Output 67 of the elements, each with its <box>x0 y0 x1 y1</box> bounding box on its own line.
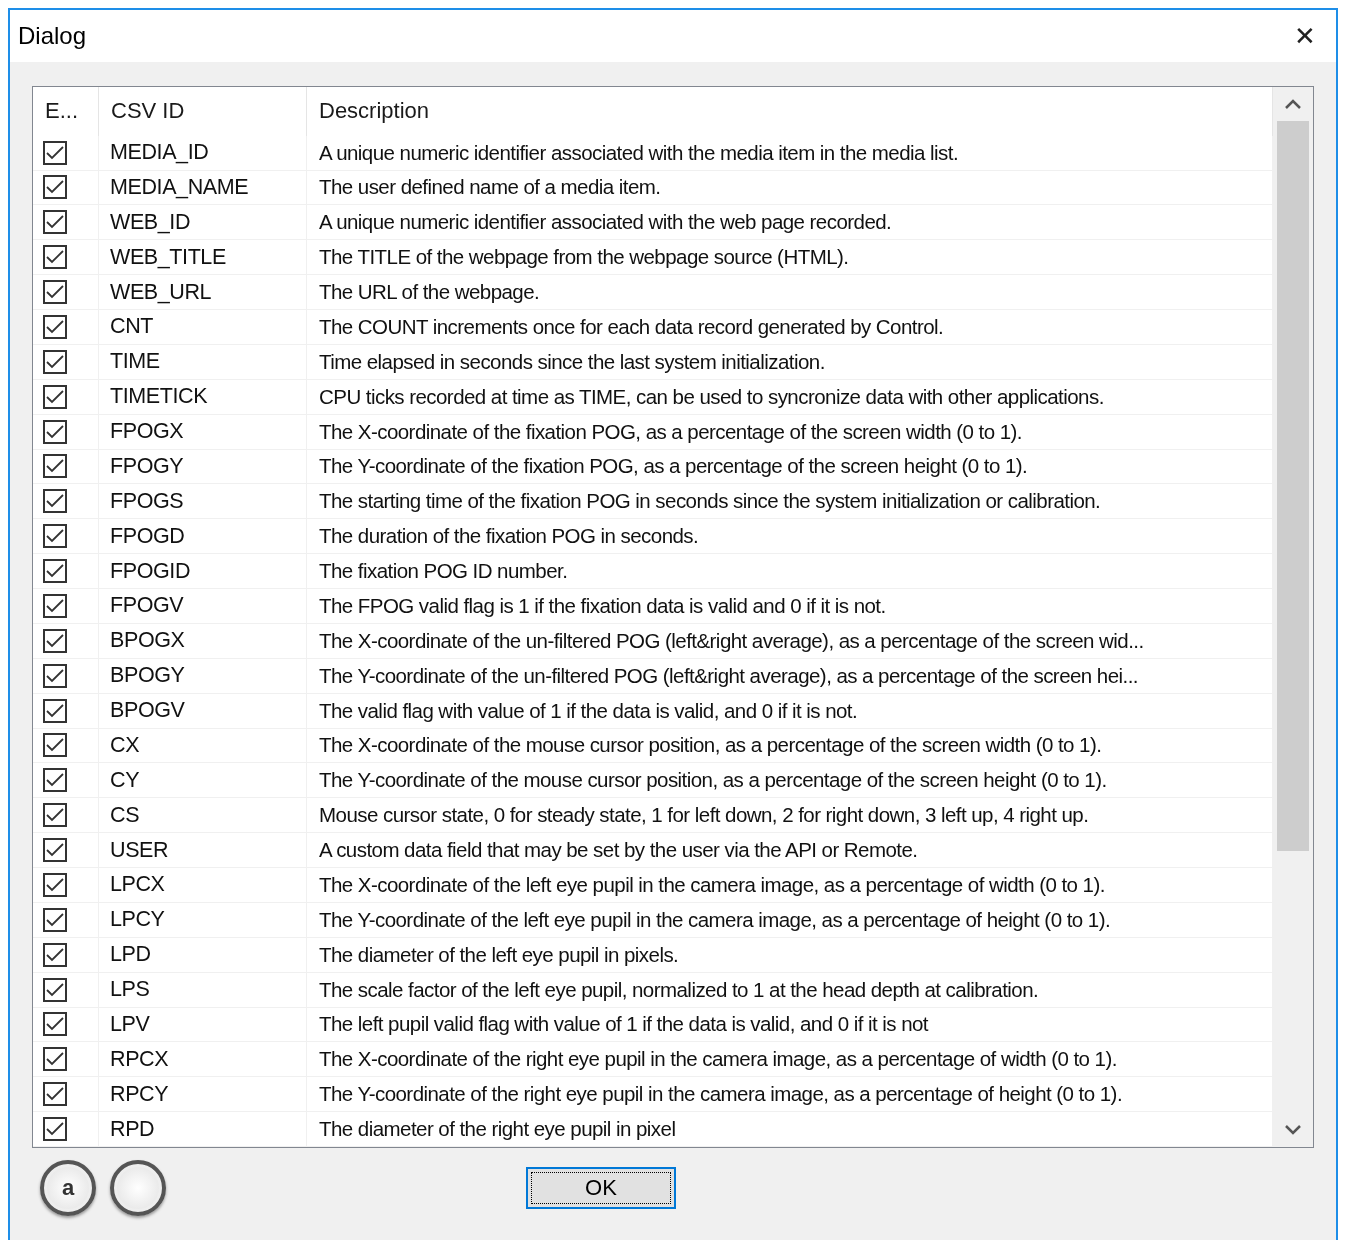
close-button[interactable]: ✕ <box>1282 16 1328 56</box>
csv-id-cell: WEB_URL <box>99 275 307 310</box>
checkbox[interactable] <box>43 280 67 305</box>
checkbox[interactable] <box>43 768 67 793</box>
csv-id-cell: LPCX <box>99 868 307 902</box>
checkbox[interactable] <box>43 594 67 618</box>
checkbox[interactable] <box>43 663 67 688</box>
checkbox[interactable] <box>43 140 67 165</box>
csv-id-cell: CX <box>99 728 307 763</box>
csv-id-cell: FPOGS <box>99 484 307 519</box>
csv-id-cell: RPCY <box>99 1077 307 1112</box>
csv-id-cell: RPCX <box>99 1042 307 1077</box>
csv-id-cell: LPD <box>99 937 307 972</box>
column-header[interactable]: E... <box>33 87 99 136</box>
checkbox[interactable] <box>43 733 67 758</box>
csv-id-cell: BPOGX <box>99 623 307 658</box>
checkbox[interactable] <box>43 315 67 339</box>
csv-id-cell: MEDIA_NAME <box>99 170 307 205</box>
checkbox[interactable] <box>43 698 67 723</box>
checkbox[interactable] <box>43 210 67 235</box>
csv-id-cell: CNT <box>99 310 307 344</box>
csv-id-cell: FPOGID <box>99 554 307 589</box>
csv-id-cell: CS <box>99 798 307 833</box>
csv-id-cell: RPD <box>99 1112 307 1147</box>
csv-id-cell: BPOGV <box>99 693 307 728</box>
csv-id-cell: FPOGX <box>99 414 307 449</box>
csv-id-cell: LPV <box>99 1007 307 1042</box>
checkbox[interactable] <box>43 524 67 549</box>
csv-id-cell: LPS <box>99 972 307 1007</box>
checkbox[interactable] <box>43 1082 67 1107</box>
round-button[interactable]: a <box>40 1160 96 1216</box>
csv-id-cell: MEDIA_ID <box>99 135 307 170</box>
csv-id-cell: USER <box>99 833 307 868</box>
csv-id-cell: WEB_TITLE <box>99 240 307 275</box>
checkbox[interactable] <box>43 559 67 584</box>
window-title: Dialog <box>18 22 87 50</box>
checkbox[interactable] <box>43 838 67 863</box>
checkbox[interactable] <box>43 1117 67 1142</box>
checkbox[interactable] <box>43 349 67 374</box>
checkbox[interactable] <box>43 873 67 897</box>
checkbox[interactable] <box>43 245 67 270</box>
checkbox[interactable] <box>43 454 67 479</box>
csv-id-cell: TIMETICK <box>99 379 307 414</box>
checkbox[interactable] <box>43 1012 67 1037</box>
csv-id-cell: FPOGY <box>99 449 307 484</box>
checkbox[interactable] <box>43 628 67 653</box>
checkbox[interactable] <box>43 489 67 514</box>
checkbox[interactable] <box>43 1047 67 1072</box>
scroll-thumb[interactable] <box>1277 121 1309 851</box>
checkbox[interactable] <box>43 907 67 932</box>
checkbox[interactable] <box>43 942 67 967</box>
ok-button[interactable]: OK <box>526 1167 676 1209</box>
checkbox[interactable] <box>43 803 67 828</box>
csv-id-cell: LPCY <box>99 902 307 937</box>
csv-id-cell: TIME <box>99 344 307 379</box>
checkbox[interactable] <box>43 384 67 409</box>
csv-id-cell: BPOGY <box>99 658 307 693</box>
round-button[interactable] <box>110 1160 166 1216</box>
column-header[interactable]: CSV ID <box>99 87 307 136</box>
checkbox[interactable] <box>43 977 67 1002</box>
csv-id-cell: WEB_ID <box>99 205 307 240</box>
csv-id-cell: CY <box>99 763 307 798</box>
checkbox[interactable] <box>43 175 67 200</box>
csv-id-cell: FPOGD <box>99 519 307 554</box>
scrollbar[interactable] <box>1273 87 1313 1147</box>
csv-id-cell: FPOGV <box>99 589 307 623</box>
checkbox[interactable] <box>43 419 67 444</box>
